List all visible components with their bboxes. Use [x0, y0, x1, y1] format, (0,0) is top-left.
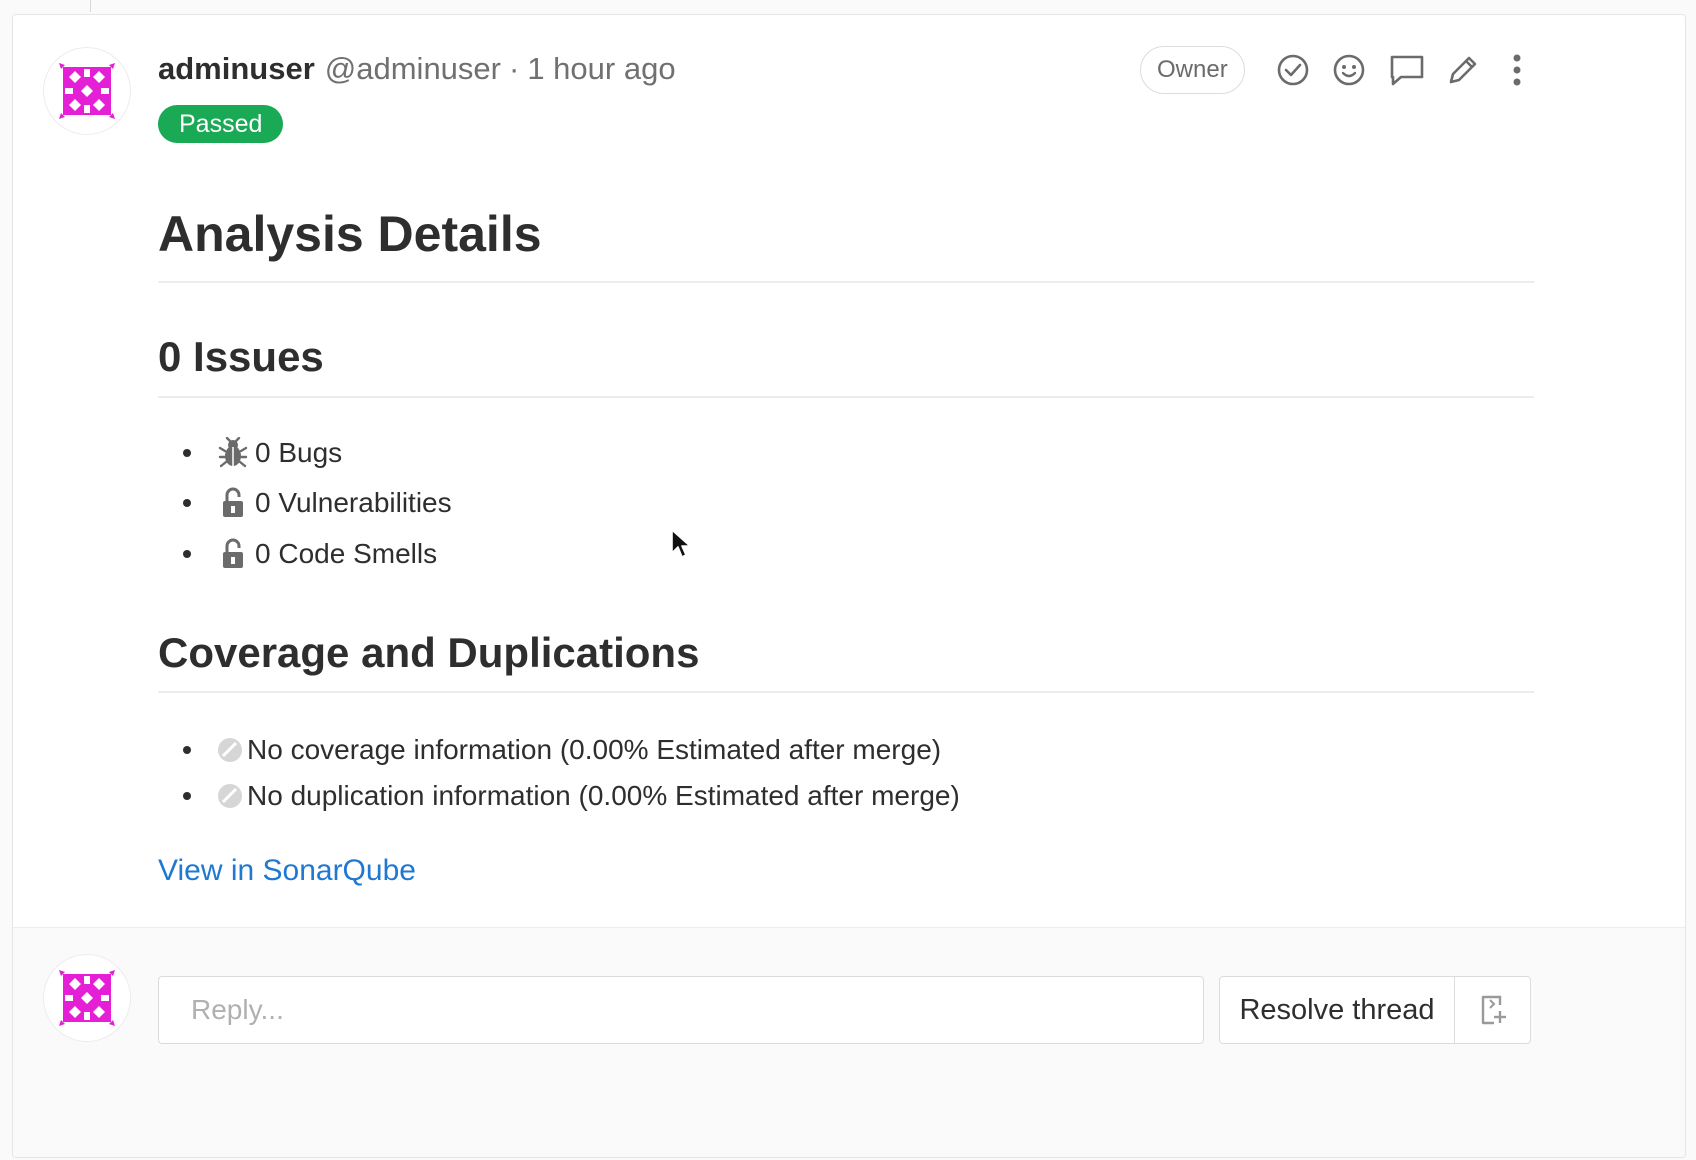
bullet — [183, 746, 191, 754]
discussion-note: adminuser @adminuser · 1 hour ago Passed… — [12, 14, 1686, 1158]
reply-to-comment-button[interactable] — [1386, 49, 1428, 91]
list-item-bugs: 0 Bugs — [183, 433, 342, 473]
header-separator: · — [509, 51, 520, 86]
pencil-icon — [1449, 56, 1477, 84]
bullet — [183, 792, 191, 800]
list-item-label: No duplication information (0.00% Estima… — [247, 780, 960, 811]
note-timestamp[interactable]: 1 hour ago — [527, 51, 675, 87]
edit-comment-button[interactable] — [1442, 49, 1484, 91]
bullet — [183, 550, 191, 558]
comment-icon — [1390, 55, 1424, 86]
more-actions-button[interactable] — [1496, 49, 1538, 91]
list-item-label: No coverage information (0.00% Estimated… — [247, 734, 942, 765]
author-avatar[interactable] — [43, 47, 131, 135]
no-data-icon — [217, 779, 243, 813]
coverage-divider — [158, 691, 1534, 693]
note-header: adminuser @adminuser · 1 hour ago — [158, 51, 676, 87]
issues-divider — [158, 396, 1534, 398]
reply-area: Resolve thread — [13, 927, 1685, 1157]
coverage-heading: Coverage and Duplications — [158, 629, 700, 676]
list-item-vulnerabilities: 0 Vulnerabilities — [183, 483, 452, 523]
resolve-button-group: Resolve thread — [1219, 976, 1531, 1044]
bullet — [183, 449, 191, 457]
no-data-icon — [217, 733, 243, 767]
resolve-in-new-issue-button[interactable] — [1455, 977, 1530, 1043]
bug-icon — [217, 436, 249, 470]
view-in-sonarqube-link[interactable]: View in SonarQube — [158, 854, 416, 888]
resolve-discussion-icon — [1277, 54, 1309, 86]
bullet — [183, 499, 191, 507]
title-divider — [158, 281, 1534, 283]
identicon-icon — [59, 63, 115, 119]
issues-heading: 0 Issues — [158, 333, 324, 380]
list-item-label: 0 Code Smells — [255, 538, 438, 569]
add-reaction-button[interactable] — [1328, 49, 1370, 91]
unlock-icon — [217, 486, 249, 520]
emoji-icon — [1333, 54, 1365, 86]
analysis-title: Analysis Details — [158, 206, 542, 262]
resolve-thread-button[interactable]: Resolve thread — [1220, 977, 1455, 1043]
timeline-line — [90, 0, 91, 12]
more-actions-icon — [1513, 54, 1521, 86]
status-badge: Passed — [158, 105, 284, 143]
owner-badge: Owner — [1140, 46, 1245, 94]
list-item-label: 0 Bugs — [255, 437, 343, 468]
list-item-duplication: No duplication information (0.00% Estima… — [183, 776, 960, 816]
author-name[interactable]: adminuser — [158, 51, 315, 87]
list-item-coverage: No coverage information (0.00% Estimated… — [183, 730, 941, 770]
create-issue-icon — [1481, 995, 1506, 1025]
identicon-icon — [59, 970, 115, 1026]
resolve-discussion-button[interactable] — [1272, 49, 1314, 91]
unlock-icon — [217, 537, 249, 571]
list-item-label: 0 Vulnerabilities — [255, 487, 452, 518]
list-item-code-smells: 0 Code Smells — [183, 534, 437, 574]
author-handle[interactable]: @adminuser — [325, 51, 501, 87]
current-user-avatar[interactable] — [43, 954, 131, 1042]
page-top-edge — [0, 0, 1696, 14]
mouse-cursor — [670, 528, 692, 565]
reply-input[interactable] — [158, 976, 1204, 1044]
